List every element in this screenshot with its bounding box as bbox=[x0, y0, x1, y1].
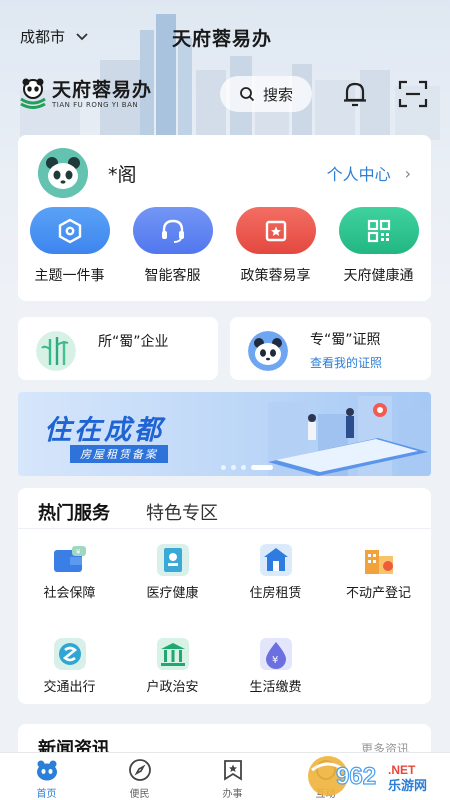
bell-icon[interactable] bbox=[342, 80, 368, 108]
hexagon-icon bbox=[58, 218, 81, 243]
promo-banner[interactable]: 住在成都 房屋租赁备案 bbox=[18, 392, 431, 476]
carousel-indicator bbox=[221, 465, 273, 470]
tab-hot-services[interactable]: 热门服务 bbox=[38, 499, 110, 525]
svg-text:¥: ¥ bbox=[76, 548, 81, 556]
svg-text:.NET: .NET bbox=[388, 763, 416, 777]
logo-english-text: TIAN FU RONG YI BAN bbox=[52, 101, 139, 109]
service-label: 医疗健康 bbox=[146, 586, 199, 601]
chevron-right-icon: › bbox=[404, 163, 411, 183]
service-housing-rental[interactable]: 住房租赁 bbox=[224, 542, 327, 636]
watermark-logo: 962 .NET 乐游网 bbox=[308, 756, 446, 796]
service-utility-payment[interactable]: ¥ 生活缴费 bbox=[224, 636, 327, 730]
panda-logo-icon bbox=[20, 78, 46, 109]
star-box-icon bbox=[265, 220, 286, 241]
compass-icon bbox=[128, 759, 151, 781]
payment-icon: ¥ bbox=[259, 638, 292, 670]
skyline-illustration bbox=[20, 14, 440, 140]
wallet-icon: ¥ bbox=[53, 546, 86, 572]
enterprise-card-title: 所“蜀”企业 bbox=[98, 334, 169, 350]
house-icon bbox=[259, 544, 292, 576]
personal-center-link[interactable]: 个人中心 › bbox=[327, 161, 411, 185]
nav-label: 首页 bbox=[36, 789, 57, 800]
nav-convenience[interactable]: 便民 bbox=[93, 753, 186, 800]
service-medical[interactable]: 医疗健康 bbox=[121, 542, 224, 636]
divider bbox=[18, 528, 431, 529]
banner-subtitle: 房屋租赁备案 bbox=[70, 445, 168, 463]
quick-actions: 主题一件事 智能客服 政策蓉易享 天府健康通 bbox=[18, 207, 431, 285]
panda-badge-icon bbox=[248, 331, 288, 371]
service-label: 社会保障 bbox=[43, 586, 96, 601]
city-selector[interactable]: 成都市 bbox=[20, 26, 89, 47]
building-icon bbox=[364, 550, 393, 574]
enterprise-card[interactable]: 所“蜀”企业 bbox=[18, 317, 218, 380]
service-label: 生活缴费 bbox=[249, 680, 302, 695]
personal-center-label: 个人中心 bbox=[326, 165, 391, 184]
bookmark-star-icon bbox=[223, 760, 242, 781]
quick-action-label: 智能客服 bbox=[144, 268, 201, 284]
service-label: 户政治安 bbox=[146, 680, 199, 695]
logo-chinese-text: 天府蓉易办 bbox=[52, 79, 153, 101]
service-real-estate[interactable]: 不动产登记 bbox=[327, 542, 430, 636]
search-icon bbox=[240, 87, 255, 102]
city-label: 成都市 bbox=[20, 28, 66, 46]
service-label: 住房租赁 bbox=[249, 586, 302, 601]
svg-text:¥: ¥ bbox=[272, 655, 278, 666]
service-label: 交通出行 bbox=[43, 680, 96, 695]
quick-action-service[interactable]: 智能客服 bbox=[121, 207, 224, 285]
brand-bar: 天府蓉易办 TIAN FU RONG YI BAN 搜索 bbox=[0, 74, 450, 116]
headset-icon bbox=[161, 219, 184, 243]
chevron-down-icon bbox=[76, 32, 88, 40]
quick-action-label: 天府健康通 bbox=[343, 268, 414, 284]
carousel-dot[interactable] bbox=[231, 465, 236, 470]
svg-text:962: 962 bbox=[336, 763, 376, 790]
scan-icon[interactable] bbox=[398, 80, 428, 108]
services-card: 热门服务 特色专区 ¥ 社会保障 医疗健康 住房租赁 不动产登记 交通出行 户政… bbox=[18, 488, 431, 704]
quick-action-health-button[interactable] bbox=[338, 207, 419, 254]
search-label: 搜索 bbox=[262, 85, 293, 104]
service-household-security[interactable]: 户政治安 bbox=[121, 636, 224, 730]
services-tabs: 热门服务 特色专区 bbox=[38, 499, 218, 525]
app-title: 天府蓉易办 bbox=[172, 28, 273, 50]
nav-home[interactable]: 首页 bbox=[0, 753, 93, 800]
qr-code-icon bbox=[367, 219, 390, 242]
license-card[interactable]: 专“蜀”证照 查看我的证照 bbox=[230, 317, 431, 380]
service-transport[interactable]: 交通出行 bbox=[18, 636, 121, 730]
nav-label: 办事 bbox=[222, 789, 243, 800]
quick-action-health[interactable]: 天府健康通 bbox=[327, 207, 430, 285]
banner-title: 住在成都 bbox=[44, 415, 164, 446]
license-card-title: 专“蜀”证照 bbox=[310, 332, 381, 348]
quick-action-policy[interactable]: 政策蓉易享 bbox=[224, 207, 327, 285]
quick-action-label: 主题一件事 bbox=[34, 268, 105, 284]
profile-card: *阁 个人中心 › 主题一件事 智能客服 政策蓉易享 天府健康通 bbox=[18, 135, 431, 301]
site-watermark: 962 .NET 乐游网 bbox=[300, 752, 450, 800]
tab-featured-zone[interactable]: 特色专区 bbox=[146, 499, 218, 525]
home-panda-icon bbox=[36, 760, 57, 781]
service-social-security[interactable]: ¥ 社会保障 bbox=[18, 542, 121, 636]
app-logo: 天府蓉易办 TIAN FU RONG YI BAN bbox=[18, 77, 152, 111]
nav-affairs[interactable]: 办事 bbox=[186, 753, 279, 800]
username: *阁 bbox=[108, 164, 137, 186]
quick-action-policy-button[interactable] bbox=[235, 207, 316, 254]
quick-action-label: 政策蓉易享 bbox=[240, 268, 311, 284]
svg-text:乐游网: 乐游网 bbox=[388, 778, 427, 794]
quick-action-theme-button[interactable] bbox=[29, 207, 110, 254]
government-icon bbox=[156, 638, 189, 670]
carousel-dot[interactable] bbox=[241, 465, 246, 470]
carousel-dot[interactable] bbox=[221, 465, 226, 470]
transport-icon bbox=[53, 638, 86, 670]
services-grid: ¥ 社会保障 医疗健康 住房租赁 不动产登记 交通出行 户政治安 ¥ 生活缴费 bbox=[18, 542, 431, 730]
medical-card-icon bbox=[156, 544, 189, 576]
search-button[interactable]: 搜索 bbox=[220, 76, 312, 112]
view-my-licenses-link[interactable]: 查看我的证照 bbox=[310, 354, 382, 371]
nav-label: 便民 bbox=[129, 789, 150, 800]
carousel-dot-active[interactable] bbox=[251, 465, 273, 470]
quick-action-service-button[interactable] bbox=[132, 207, 213, 254]
panda-avatar-icon bbox=[38, 148, 88, 198]
bamboo-icon bbox=[36, 331, 76, 371]
quick-action-theme[interactable]: 主题一件事 bbox=[18, 207, 121, 285]
avatar[interactable] bbox=[38, 148, 88, 198]
service-label: 不动产登记 bbox=[345, 586, 411, 601]
